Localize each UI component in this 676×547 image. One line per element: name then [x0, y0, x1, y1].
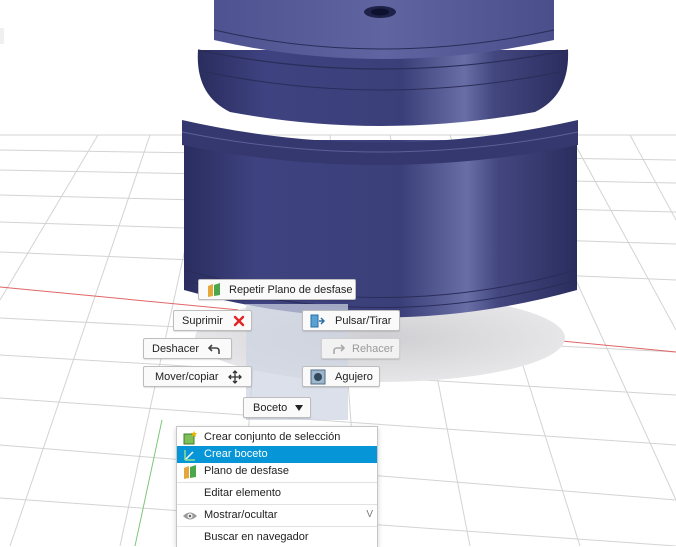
sketch-dropdown-label: Boceto	[253, 401, 288, 414]
green-y-axis	[134, 419, 163, 546]
move-copy-label: Mover/copiar	[155, 370, 219, 383]
viewport-tab	[0, 28, 4, 44]
eye-icon	[181, 507, 199, 524]
menu-item-label: Editar elemento	[204, 487, 282, 499]
undo-icon	[205, 340, 223, 358]
menu-item-show-hide[interactable]: Mostrar/ocultar V	[177, 507, 377, 524]
menu-item-label: Buscar en navegador	[204, 531, 309, 543]
menu-item-offset-plane[interactable]: Plano de desfase	[177, 463, 377, 480]
undo-button[interactable]: Deshacer	[143, 338, 232, 359]
offset-plane-icon	[205, 281, 223, 299]
menu-item-create-sketch[interactable]: Crear boceto	[177, 446, 377, 463]
menu-divider	[177, 482, 377, 483]
press-pull-label: Pulsar/Tirar	[335, 314, 392, 327]
selection-set-icon	[181, 429, 199, 446]
delete-x-icon	[230, 312, 248, 330]
menu-item-label: Crear boceto	[204, 448, 268, 460]
hole-button[interactable]: Agujero	[302, 366, 380, 387]
context-menu: Crear conjunto de selección Crear boceto…	[176, 426, 378, 547]
menu-item-edit-feature[interactable]: Editar elemento	[177, 485, 377, 502]
repeat-offset-plane-button[interactable]: Repetir Plano de desfase	[198, 279, 356, 300]
repeat-label: Repetir Plano de desfase	[229, 283, 353, 296]
hole-icon	[309, 368, 327, 386]
press-pull-icon	[308, 312, 326, 330]
hole-label: Agujero	[335, 370, 373, 383]
delete-label: Suprimir	[182, 314, 223, 327]
press-pull-button[interactable]: Pulsar/Tirar	[302, 310, 400, 331]
chevron-down-icon	[290, 399, 308, 417]
redo-button[interactable]: Rehacer	[321, 338, 400, 359]
menu-item-label: Mostrar/ocultar	[204, 509, 278, 521]
delete-button[interactable]: Suprimir	[173, 310, 252, 331]
sketch-dropdown-button[interactable]: Boceto	[243, 397, 311, 418]
redo-icon	[330, 340, 348, 358]
move-copy-button[interactable]: Mover/copiar	[143, 366, 252, 387]
menu-divider	[177, 504, 377, 505]
redo-label: Rehacer	[352, 342, 394, 355]
shortcut-label: V	[366, 509, 373, 520]
menu-item-label: Plano de desfase	[204, 465, 290, 477]
move-icon	[226, 368, 244, 386]
menu-item-create-selection-set[interactable]: Crear conjunto de selección	[177, 429, 377, 446]
sketch-icon	[181, 446, 199, 463]
menu-item-label: Crear conjunto de selección	[204, 431, 341, 443]
menu-divider	[177, 526, 377, 527]
undo-label: Deshacer	[152, 342, 200, 355]
3d-body	[181, 0, 579, 318]
menu-item-find-in-browser[interactable]: Buscar en navegador	[177, 529, 377, 546]
offset-plane-icon	[181, 463, 199, 480]
